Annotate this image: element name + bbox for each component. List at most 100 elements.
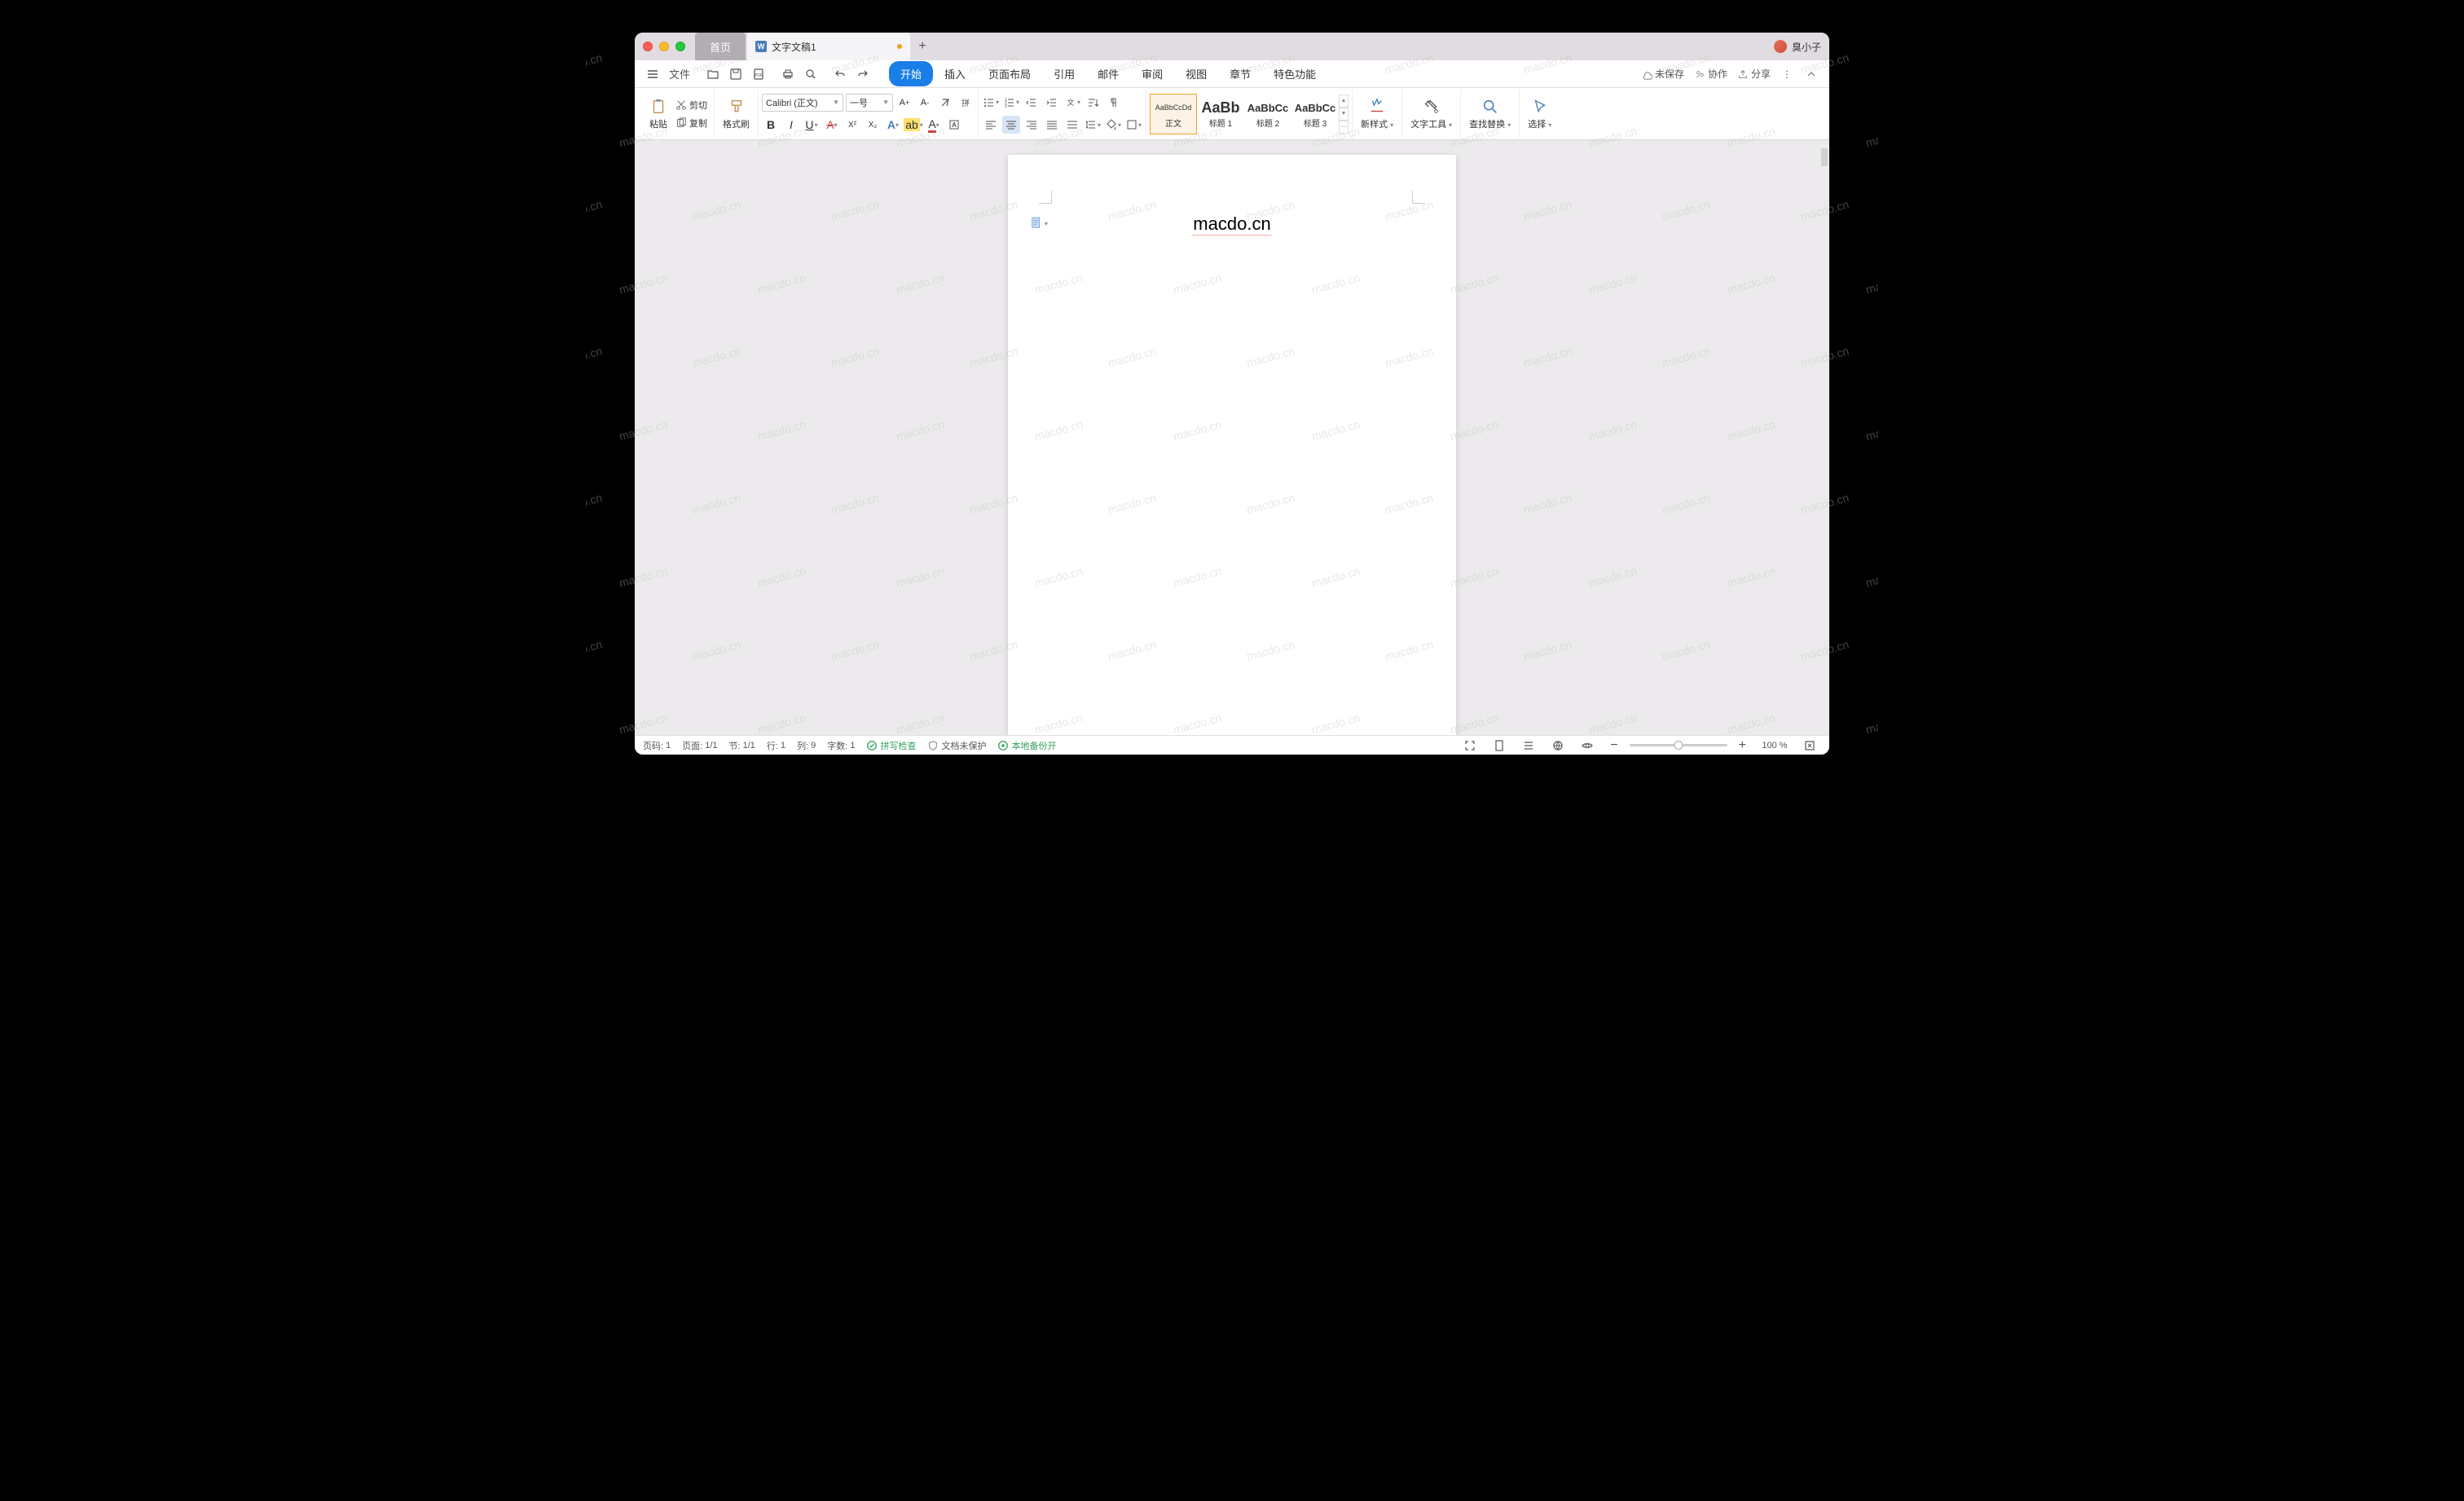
style-normal[interactable]: AaBbCcDd 正文 [1150, 94, 1197, 134]
maximize-window-button[interactable] [675, 42, 685, 51]
tab-references[interactable]: 引用 [1042, 61, 1086, 86]
section-indicator[interactable]: ▾ [1031, 217, 1048, 230]
zoom-slider[interactable] [1630, 744, 1727, 746]
increase-indent-button[interactable] [1043, 94, 1061, 112]
shading-button[interactable]: ▾ [1104, 116, 1122, 134]
save-icon[interactable] [724, 64, 747, 84]
minimize-window-button[interactable] [659, 42, 669, 51]
align-distribute-button[interactable] [1063, 116, 1081, 134]
underline-button[interactable]: U▾ [803, 116, 821, 134]
font-size-select[interactable]: 一号▼ [846, 94, 893, 112]
asian-layout-button[interactable]: 文▾ [1063, 94, 1081, 112]
reading-view-icon[interactable] [1576, 736, 1599, 755]
find-replace-button[interactable]: 查找替换 ▾ [1464, 91, 1516, 136]
decrease-font-icon[interactable]: A- [916, 94, 934, 112]
more-icon[interactable]: ⋮ [1777, 65, 1797, 83]
clear-format-icon[interactable] [936, 94, 954, 112]
share-button[interactable]: 分享 [1734, 65, 1774, 82]
borders-button[interactable]: ▾ [1124, 116, 1142, 134]
tab-insert[interactable]: 插入 [933, 61, 977, 86]
format-painter-button[interactable]: 格式刷 [718, 91, 755, 136]
hamburger-menu-icon[interactable] [641, 64, 664, 84]
align-center-button[interactable] [1002, 116, 1020, 134]
document-tab[interactable]: W 文字文稿1 [747, 33, 910, 60]
tab-review[interactable]: 审阅 [1130, 61, 1174, 86]
user-avatar-icon[interactable] [1774, 40, 1787, 53]
status-page[interactable]: 页面: 1/1 [682, 739, 717, 752]
style-heading3[interactable]: AaBbCc 标题 3 [1291, 94, 1339, 134]
fit-page-icon[interactable] [1798, 736, 1821, 755]
zoom-out-button[interactable]: − [1605, 735, 1622, 755]
collaborate-button[interactable]: 协作 [1691, 65, 1731, 82]
tab-start[interactable]: 开始 [889, 61, 933, 86]
page-view-icon[interactable] [1488, 736, 1511, 755]
superscript-button[interactable]: X² [843, 116, 861, 134]
print-icon[interactable] [777, 64, 799, 84]
align-right-button[interactable] [1023, 116, 1041, 134]
subscript-button[interactable]: X₂ [864, 116, 882, 134]
zoom-level[interactable]: 100 % [1758, 741, 1792, 750]
text-effects-button[interactable]: A▾ [884, 116, 902, 134]
style-heading1[interactable]: AaBb 标题 1 [1197, 94, 1244, 134]
style-heading2[interactable]: AaBbCc 标题 2 [1244, 94, 1291, 134]
phonetic-guide-icon[interactable]: 拼 [957, 94, 975, 112]
decrease-indent-button[interactable] [1023, 94, 1041, 112]
italic-button[interactable]: I [782, 116, 800, 134]
new-tab-button[interactable]: + [910, 33, 935, 60]
tab-special[interactable]: 特色功能 [1262, 61, 1327, 86]
copy-button[interactable]: 复制 [672, 115, 711, 131]
outline-view-icon[interactable] [1517, 736, 1540, 755]
align-justify-button[interactable] [1043, 116, 1061, 134]
close-window-button[interactable] [643, 42, 653, 51]
text-tools-button[interactable]: 文字工具 ▾ [1406, 91, 1457, 136]
tab-page-layout[interactable]: 页面布局 [977, 61, 1042, 86]
export-pdf-icon[interactable]: PDF [747, 64, 770, 84]
char-border-button[interactable]: A [945, 116, 963, 134]
status-column[interactable]: 列: 9 [797, 739, 816, 752]
document-page[interactable]: ▾ macdo.cn [1008, 155, 1456, 735]
style-expand-icon[interactable]: ⋯ [1339, 121, 1349, 134]
section-dropdown-icon[interactable]: ▾ [1045, 220, 1048, 227]
fullscreen-icon[interactable] [1459, 736, 1481, 755]
sort-button[interactable] [1084, 94, 1102, 112]
undo-icon[interactable] [829, 64, 851, 84]
side-panel-handle[interactable] [1821, 148, 1828, 166]
tab-chapter[interactable]: 章节 [1218, 61, 1262, 86]
username-label[interactable]: 臭小子 [1792, 40, 1821, 54]
font-color-button[interactable]: A▾ [925, 116, 943, 134]
unsaved-button[interactable]: 未保存 [1638, 65, 1687, 82]
home-tab[interactable]: 首页 [695, 33, 746, 60]
increase-font-icon[interactable]: A+ [895, 94, 913, 112]
show-marks-button[interactable] [1104, 94, 1122, 112]
zoom-in-button[interactable]: + [1734, 735, 1751, 755]
select-button[interactable]: 选择 ▾ [1523, 91, 1556, 136]
web-view-icon[interactable] [1547, 736, 1569, 755]
zoom-slider-thumb[interactable] [1674, 741, 1683, 750]
bold-button[interactable]: B [762, 116, 780, 134]
redo-icon[interactable] [851, 64, 874, 84]
status-spellcheck[interactable]: 拼写检查 [866, 739, 916, 752]
status-section[interactable]: 节: 1/1 [729, 739, 755, 752]
highlight-button[interactable]: ab▾ [904, 116, 922, 134]
tab-mail[interactable]: 邮件 [1086, 61, 1130, 86]
open-file-icon[interactable] [702, 64, 724, 84]
status-row[interactable]: 行: 1 [767, 739, 785, 752]
print-preview-icon[interactable] [799, 64, 822, 84]
paste-button[interactable]: 粘贴 [645, 90, 672, 138]
status-doc-protect[interactable]: 文档未保护 [927, 739, 986, 752]
status-page-number[interactable]: 页码: 1 [643, 739, 671, 752]
style-scroll-up-icon[interactable]: ▲ [1339, 95, 1349, 108]
file-menu[interactable]: 文件 [664, 63, 695, 85]
document-canvas[interactable]: ▾ macdo.cn [635, 140, 1829, 735]
style-scroll-down-icon[interactable]: ▼ [1339, 108, 1349, 121]
collapse-ribbon-icon[interactable] [1800, 64, 1823, 84]
new-style-button[interactable]: 新样式 ▾ [1356, 91, 1398, 136]
font-name-select[interactable]: Calibri (正文)▼ [762, 94, 843, 112]
document-body-text[interactable]: macdo.cn [1193, 213, 1270, 235]
line-spacing-button[interactable]: ▾ [1084, 116, 1102, 134]
status-wordcount[interactable]: 字数: 1 [827, 739, 855, 752]
strikethrough-button[interactable]: A▾ [823, 116, 841, 134]
number-list-button[interactable]: 123▾ [1002, 94, 1020, 112]
align-left-button[interactable] [982, 116, 1000, 134]
bullet-list-button[interactable]: ▾ [982, 94, 1000, 112]
